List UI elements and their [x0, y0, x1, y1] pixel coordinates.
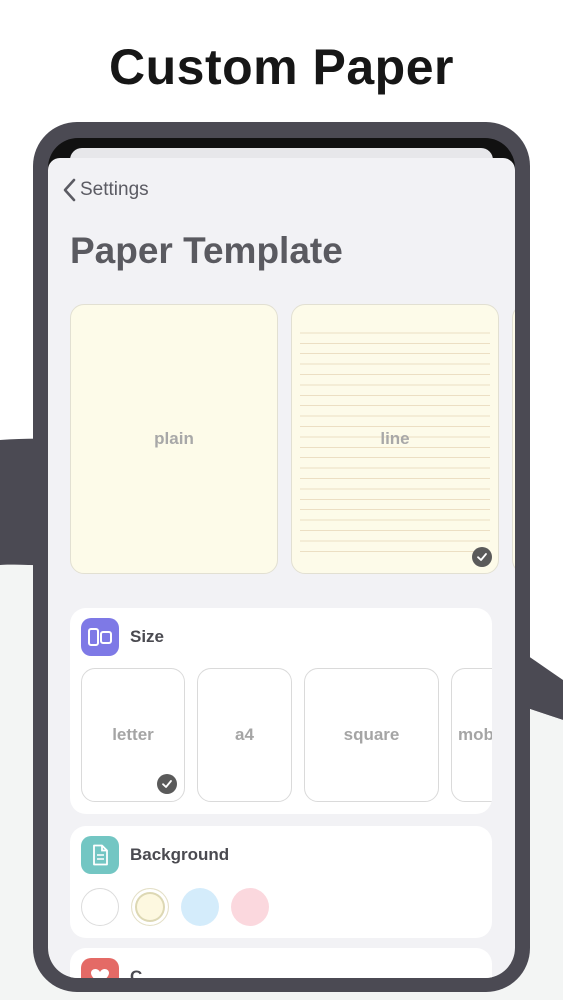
template-plain[interactable]: plain — [70, 304, 278, 574]
tablet-device-frame: Settings Paper Template plain line Size … — [33, 122, 530, 992]
background-title: Background — [130, 845, 230, 864]
size-option-letter[interactable]: letter — [81, 668, 185, 802]
background-card-header: Background — [81, 836, 229, 874]
third-title: C — [130, 967, 143, 978]
checkmark-icon — [157, 774, 177, 794]
template-label: plain — [154, 429, 194, 448]
heart-icon — [81, 958, 119, 978]
template-next-peek[interactable] — [512, 304, 515, 574]
swatch-cream-selected[interactable] — [131, 888, 169, 926]
swatch-white[interactable] — [81, 888, 119, 926]
swatch-pink[interactable] — [231, 888, 269, 926]
third-card-header: C — [81, 958, 142, 978]
size-title: Size — [130, 627, 165, 646]
size-label: square — [343, 725, 400, 744]
size-label: a4 — [235, 725, 254, 744]
template-line[interactable]: line — [291, 304, 499, 574]
page-title: Paper Template — [70, 230, 343, 271]
size-option-square[interactable]: square — [304, 668, 439, 802]
checkmark-icon — [472, 547, 492, 567]
size-label: mob — [458, 725, 492, 744]
size-card-header: Size — [81, 618, 164, 656]
third-card: C — [70, 948, 492, 978]
template-label: line — [380, 429, 410, 448]
headline: Custom Paper — [109, 39, 454, 95]
layout-icon — [81, 618, 119, 656]
size-options: letter a4 square mob — [81, 668, 492, 804]
background-card: Background — [70, 826, 492, 938]
document-icon — [81, 836, 119, 874]
settings-sheet: Settings Paper Template plain line Size … — [48, 158, 515, 978]
template-carousel: plain line — [70, 304, 515, 576]
device-screen: Settings Paper Template plain line Size … — [48, 138, 515, 978]
size-card: Size letter a4 square mob — [70, 608, 492, 814]
size-label: letter — [112, 725, 154, 744]
size-option-mobile[interactable]: mob — [451, 668, 492, 802]
back-button[interactable]: Settings — [62, 178, 149, 202]
app-store-screenshot: Custom Paper Settings Paper Template pla… — [0, 0, 563, 1000]
color-swatches — [81, 888, 269, 926]
size-option-a4[interactable]: a4 — [197, 668, 292, 802]
back-label: Settings — [80, 179, 149, 200]
chevron-left-icon — [63, 178, 76, 202]
swatch-blue[interactable] — [181, 888, 219, 926]
